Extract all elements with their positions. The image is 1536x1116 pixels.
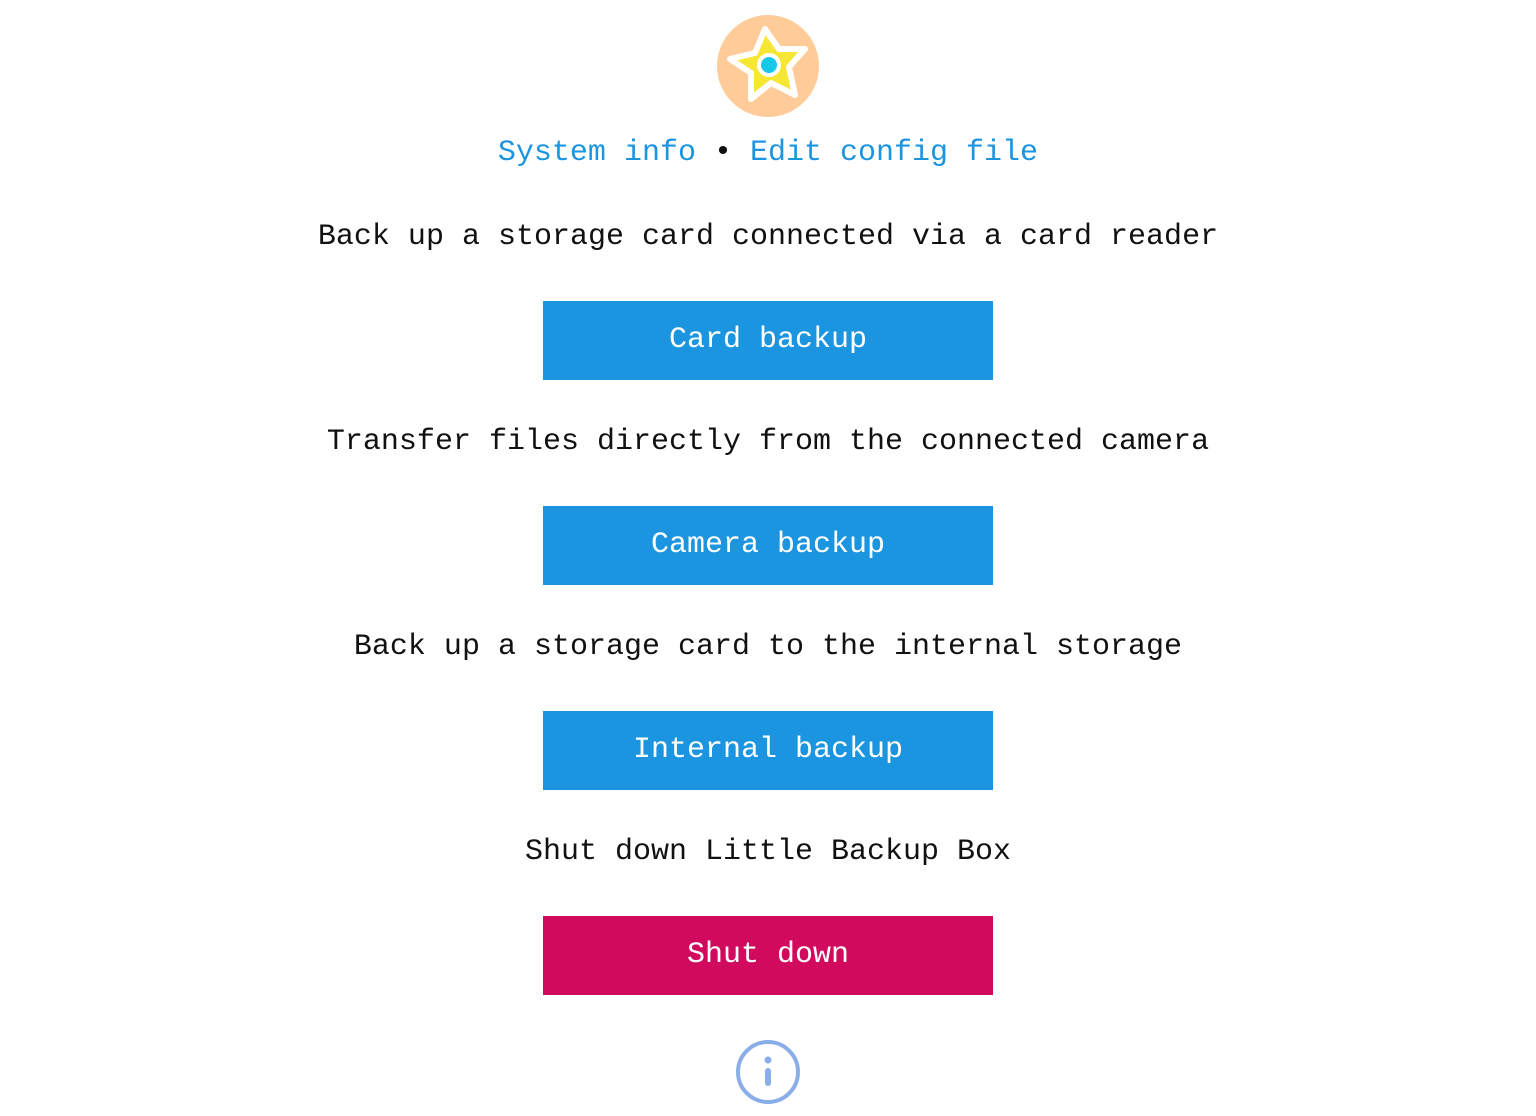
- top-nav: System info • Edit config file: [0, 134, 1536, 172]
- card-backup-description: Back up a storage card connected via a c…: [317, 220, 1219, 254]
- camera-backup-description: Transfer files directly from the connect…: [326, 425, 1210, 459]
- starfish-logo-icon: [717, 15, 819, 117]
- internal-backup-description: Back up a storage card to the internal s…: [353, 630, 1183, 664]
- info-circle-icon[interactable]: [735, 1039, 801, 1105]
- internal-backup-button[interactable]: Internal backup: [543, 711, 993, 790]
- card-backup-button[interactable]: Card backup: [543, 301, 993, 380]
- nav-separator: •: [713, 136, 732, 170]
- edit-config-link[interactable]: Edit config file: [750, 136, 1038, 170]
- system-info-link[interactable]: System info: [498, 136, 696, 170]
- camera-backup-button[interactable]: Camera backup: [543, 506, 993, 585]
- shutdown-description: Shut down Little Backup Box: [524, 835, 1012, 869]
- shutdown-button[interactable]: Shut down: [543, 916, 993, 995]
